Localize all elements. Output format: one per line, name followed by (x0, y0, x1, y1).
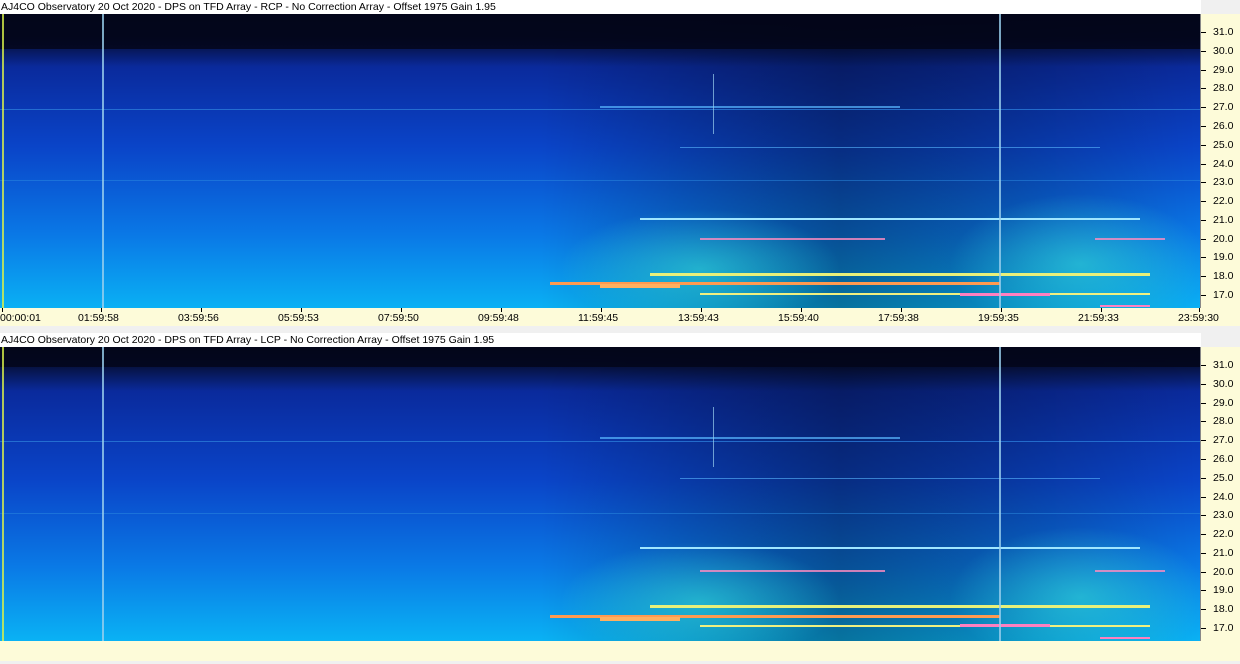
rcp-panel: AJ4CO Observatory 20 Oct 2020 - DPS on T… (0, 0, 1240, 330)
y-label: 20.0 (1213, 566, 1234, 578)
y-label: 18.0 (1213, 270, 1234, 282)
y-label: 31.0 (1213, 359, 1234, 371)
y-tick (1201, 628, 1206, 629)
y-tick (1201, 257, 1206, 258)
x-label: 15:59:40 (778, 312, 819, 324)
y-tick (1201, 365, 1206, 366)
y-label: 27.0 (1213, 434, 1234, 446)
y-tick (1201, 440, 1206, 441)
y-label: 24.0 (1213, 491, 1234, 503)
y-label: 27.0 (1213, 101, 1234, 113)
y-tick (1201, 572, 1206, 573)
x-label: 17:59:38 (878, 312, 919, 324)
lcp-title: AJ4CO Observatory 20 Oct 2020 - DPS on T… (0, 333, 1201, 347)
rcp-spectrogram-image (0, 14, 1200, 308)
y-tick (1201, 107, 1206, 108)
y-tick (1201, 553, 1206, 554)
y-label: 24.0 (1213, 158, 1234, 170)
y-tick (1201, 534, 1206, 535)
y-tick (1201, 478, 1206, 479)
y-label: 17.0 (1213, 622, 1234, 634)
y-tick (1201, 126, 1206, 127)
y-tick (1201, 70, 1206, 71)
y-tick (1201, 609, 1206, 610)
y-label: 21.0 (1213, 547, 1234, 559)
y-label: 18.0 (1213, 603, 1234, 615)
y-label: 28.0 (1213, 82, 1234, 94)
y-tick (1201, 403, 1206, 404)
y-tick (1201, 459, 1206, 460)
rcp-title: AJ4CO Observatory 20 Oct 2020 - DPS on T… (0, 0, 1201, 14)
x-label: 23:59:30 (1178, 312, 1219, 324)
lcp-bottom-strip (0, 641, 1240, 661)
y-tick (1201, 276, 1206, 277)
y-label: 23.0 (1213, 176, 1234, 188)
time-axis: 00:00:01 01:59:58 03:59:56 05:59:53 07:5… (0, 308, 1240, 326)
y-label: 31.0 (1213, 26, 1234, 38)
x-label: 13:59:43 (678, 312, 719, 324)
lcp-frequency-axis: 31.0 30.0 29.0 28.0 27.0 26.0 25.0 24.0 … (1200, 347, 1240, 641)
y-label: 30.0 (1213, 45, 1234, 57)
x-label: 03:59:56 (178, 312, 219, 324)
lcp-panel: AJ4CO Observatory 20 Oct 2020 - DPS on T… (0, 333, 1240, 664)
x-label: 00:00:01 (0, 312, 41, 324)
y-tick (1201, 295, 1206, 296)
rcp-frequency-axis: 31.0 30.0 29.0 28.0 27.0 26.0 25.0 24.0 … (1200, 14, 1240, 308)
y-label: 30.0 (1213, 378, 1234, 390)
lcp-spectrogram-image (0, 347, 1200, 641)
x-label: 07:59:50 (378, 312, 419, 324)
y-label: 25.0 (1213, 139, 1234, 151)
y-label: 26.0 (1213, 453, 1234, 465)
x-label: 05:59:53 (278, 312, 319, 324)
y-tick (1201, 145, 1206, 146)
y-tick (1201, 32, 1206, 33)
y-label: 20.0 (1213, 233, 1234, 245)
lcp-spectrogram[interactable] (0, 347, 1200, 641)
rcp-spectrogram[interactable] (0, 14, 1200, 308)
x-label: 09:59:48 (478, 312, 519, 324)
x-label: 21:59:33 (1078, 312, 1119, 324)
y-tick (1201, 421, 1206, 422)
x-label: 19:59:35 (978, 312, 1019, 324)
y-tick (1201, 239, 1206, 240)
y-tick (1201, 164, 1206, 165)
y-tick (1201, 384, 1206, 385)
y-label: 22.0 (1213, 195, 1234, 207)
y-label: 28.0 (1213, 415, 1234, 427)
y-tick (1201, 88, 1206, 89)
y-tick (1201, 497, 1206, 498)
y-tick (1201, 590, 1206, 591)
y-label: 23.0 (1213, 509, 1234, 521)
y-label: 21.0 (1213, 214, 1234, 226)
y-label: 29.0 (1213, 397, 1234, 409)
y-label: 17.0 (1213, 289, 1234, 301)
y-label: 26.0 (1213, 120, 1234, 132)
y-label: 29.0 (1213, 64, 1234, 76)
x-label: 01:59:58 (78, 312, 119, 324)
y-label: 19.0 (1213, 251, 1234, 263)
y-tick (1201, 515, 1206, 516)
y-tick (1201, 182, 1206, 183)
y-tick (1201, 220, 1206, 221)
y-tick (1201, 201, 1206, 202)
y-label: 19.0 (1213, 584, 1234, 596)
x-label: 11:59:45 (578, 312, 619, 324)
y-label: 22.0 (1213, 528, 1234, 540)
y-label: 25.0 (1213, 472, 1234, 484)
y-tick (1201, 51, 1206, 52)
